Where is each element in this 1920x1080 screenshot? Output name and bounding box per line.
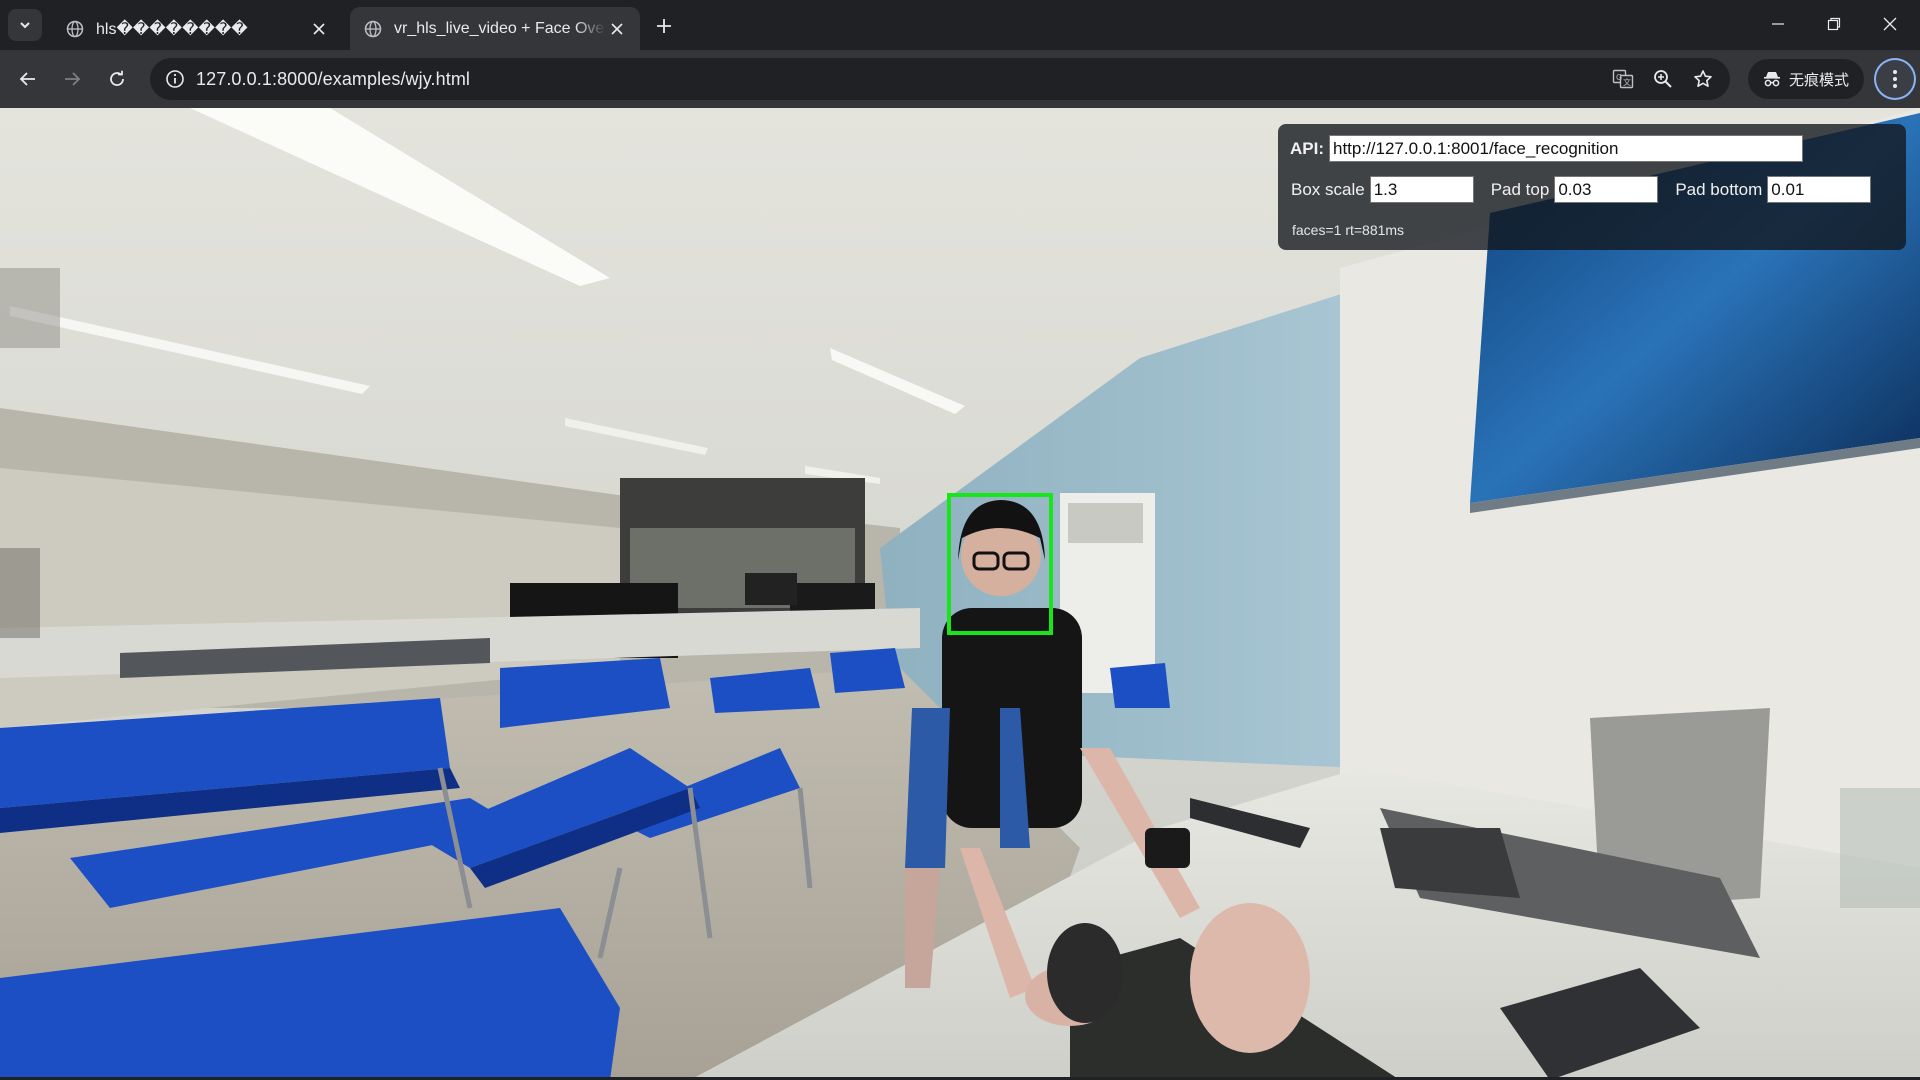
minimize-icon: [1772, 23, 1784, 25]
plus-icon: [657, 19, 671, 33]
tab-search-button[interactable]: [8, 9, 42, 41]
arrow-left-icon: [19, 72, 35, 86]
globe-icon: [364, 20, 382, 37]
close-icon: [1883, 17, 1897, 31]
back-button[interactable]: [12, 63, 44, 95]
browser-toolbar: 127.0.0.1:8000/examples/wjy.html G文 无痕模式: [0, 50, 1920, 108]
zoom-in-icon: [1654, 70, 1672, 88]
incognito-indicator[interactable]: 无痕模式: [1748, 59, 1864, 99]
params-row: Box scale Pad top Pad bottom: [1291, 176, 1872, 203]
tab-title: vr_hls_live_video + Face Over: [394, 19, 606, 37]
svg-text:G: G: [1616, 73, 1622, 82]
svg-text:文: 文: [1623, 77, 1631, 87]
address-bar[interactable]: 127.0.0.1:8000/examples/wjy.html G文: [150, 58, 1730, 100]
tab-strip: hls�������� vr_hls_live_video + Face Ove…: [0, 0, 1920, 50]
detection-status-text: faces=1 rt=881ms: [1292, 222, 1405, 238]
face-overlay-panel: API: Box scale Pad top Pad bottom faces=…: [1278, 124, 1906, 250]
pad-top-label: Pad top: [1490, 179, 1550, 199]
bookmark-button[interactable]: [1688, 64, 1718, 94]
tab-title: hls��������: [96, 20, 248, 38]
pad-bottom-input[interactable]: [1767, 176, 1872, 203]
site-info-button[interactable]: [160, 64, 190, 94]
reload-icon: [110, 70, 124, 86]
incognito-label: 无痕模式: [1788, 71, 1849, 89]
arrow-right-icon: [65, 72, 81, 86]
minimize-button[interactable]: [1750, 0, 1806, 48]
box-scale-label: Box scale: [1291, 179, 1365, 199]
pad-bottom-label: Pad bottom: [1675, 179, 1763, 199]
api-url-input[interactable]: [1329, 135, 1803, 162]
box-scale-input[interactable]: [1369, 176, 1474, 203]
tab-hls[interactable]: hls��������: [52, 7, 342, 50]
restore-button[interactable]: [1806, 0, 1862, 48]
face-detection-box: [947, 493, 1053, 635]
close-tab-button[interactable]: [606, 18, 628, 40]
close-icon: [611, 22, 623, 35]
close-icon: [313, 22, 325, 35]
reload-button[interactable]: [101, 63, 133, 95]
chevron-down-icon: [20, 22, 30, 29]
url-text[interactable]: 127.0.0.1:8000/examples/wjy.html: [196, 69, 470, 90]
restore-icon: [1827, 17, 1841, 31]
forward-button[interactable]: [56, 63, 88, 95]
incognito-icon: [1763, 72, 1780, 87]
tab-vr-hls-live-video[interactable]: vr_hls_live_video + Face Over: [350, 7, 640, 50]
more-vert-icon: [1893, 70, 1897, 88]
browser-menu-button[interactable]: [1874, 58, 1916, 100]
info-icon: [166, 70, 184, 88]
api-label: API:: [1290, 138, 1324, 158]
pad-top-input[interactable]: [1554, 176, 1659, 203]
close-tab-button[interactable]: [308, 18, 330, 40]
close-window-button[interactable]: [1862, 0, 1918, 48]
zoom-button[interactable]: [1648, 64, 1678, 94]
api-row: API:: [1290, 135, 1803, 162]
page-viewport: API: Box scale Pad top Pad bottom faces=…: [0, 108, 1920, 1080]
globe-icon: [66, 20, 84, 37]
translate-icon: G文: [1612, 69, 1634, 89]
new-tab-button[interactable]: [652, 14, 676, 38]
translate-button[interactable]: G文: [1608, 64, 1638, 94]
star-icon: [1694, 70, 1712, 87]
